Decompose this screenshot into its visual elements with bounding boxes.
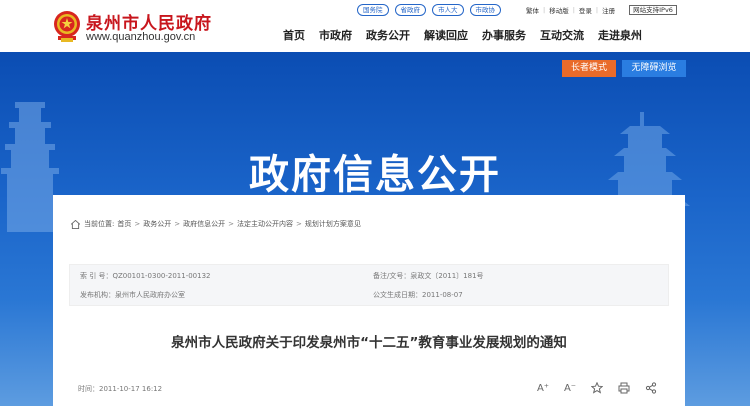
top-links: 国务院 省政府 市人大 市政协 <box>357 4 501 16</box>
breadcrumb-statutory[interactable]: 法定主动公开内容 <box>237 219 293 229</box>
top-link-province[interactable]: 省政府 <box>394 4 426 16</box>
top-link-npc[interactable]: 市人大 <box>432 4 464 16</box>
content-card: 当前位置: 首页 > 政务公开 > 政府信息公开 > 法定主动公开内容 > 规划… <box>53 195 685 406</box>
nav-home[interactable]: 首页 <box>283 27 305 43</box>
home-icon <box>71 219 80 229</box>
breadcrumb-separator: > <box>174 220 181 228</box>
nav-interaction[interactable]: 互动交流 <box>540 27 584 43</box>
document-meta-box: 索 引 号：QZ00101-0300-2011-00132 备注/文号：泉政文〔… <box>69 264 669 306</box>
divider: | <box>572 6 575 14</box>
login-link[interactable]: 登录 <box>579 5 592 15</box>
meta-generated-date: 公文生成日期：2011-08-07 <box>373 291 463 299</box>
meta-index-no: 索 引 号：QZ00101-0300-2011-00132 <box>80 272 211 280</box>
nav-services[interactable]: 办事服务 <box>482 27 526 43</box>
share-icon <box>645 382 657 394</box>
meta-doc-no: 备注/文号：泉政文〔2011〕181号 <box>373 272 484 280</box>
register-link[interactable]: 注册 <box>602 5 615 15</box>
nav-government[interactable]: 市政府 <box>319 27 352 43</box>
top-link-cppcc[interactable]: 市政协 <box>469 4 501 16</box>
font-increase-button[interactable]: A⁺ <box>536 381 550 395</box>
main-nav: 首页 市政府 政务公开 解读回应 办事服务 互动交流 走进泉州 <box>283 27 656 43</box>
divider: | <box>595 6 599 14</box>
top-link-state-council[interactable]: 国务院 <box>357 4 389 16</box>
favorite-button[interactable] <box>590 381 604 395</box>
document-tools: A⁺ A⁻ <box>536 381 658 395</box>
mobile-link[interactable]: 移动版 <box>549 5 569 15</box>
share-button[interactable] <box>644 381 658 395</box>
printer-icon <box>618 382 630 394</box>
accessible-browse-button[interactable]: 无障碍浏览 <box>622 60 686 77</box>
document-title: 泉州市人民政府关于印发泉州市“十二五”教育事业发展规划的通知 <box>171 335 567 351</box>
font-decrease-button[interactable]: A⁻ <box>563 381 577 395</box>
breadcrumb-separator: > <box>134 220 141 228</box>
meta-publisher: 发布机构：泉州市人民政府办公室 <box>80 291 185 299</box>
breadcrumb-separator: > <box>228 220 234 228</box>
document-time: 时间：2011-10-17 16:12 <box>78 385 163 393</box>
site-header: 泉州市人民政府 www.quanzhou.gov.cn 国务院 省政府 市人大 … <box>0 0 750 52</box>
nav-gov-affairs[interactable]: 政务公开 <box>366 27 410 43</box>
star-icon <box>591 382 603 394</box>
breadcrumb-separator: > <box>295 220 302 228</box>
breadcrumb-label: 当前位置: <box>84 220 115 228</box>
nav-about-quanzhou[interactable]: 走进泉州 <box>598 27 642 43</box>
print-button[interactable] <box>617 381 631 395</box>
divider: | <box>543 6 546 14</box>
breadcrumb-gov-affairs[interactable]: 政务公开 <box>143 219 171 229</box>
traditional-link[interactable]: 繁体 <box>526 5 539 15</box>
breadcrumb-info-disclosure[interactable]: 政府信息公开 <box>183 219 225 229</box>
elder-mode-button[interactable]: 长者模式 <box>562 60 616 77</box>
site-url[interactable]: www.quanzhou.gov.cn <box>86 31 195 43</box>
ipv6-badge: 网站支持IPv6 <box>629 5 677 15</box>
nav-interpretation[interactable]: 解读回应 <box>424 27 468 43</box>
breadcrumb-home[interactable]: 首页 <box>117 219 131 229</box>
banner-title: 政府信息公开 <box>249 152 501 198</box>
national-emblem-icon <box>54 11 80 42</box>
utility-links: 繁体 | 移动版 | 登录 | 注册 网站支持IPv6 <box>526 5 677 15</box>
breadcrumb: 当前位置: 首页 > 政务公开 > 政府信息公开 > 法定主动公开内容 > 规划… <box>71 219 361 229</box>
breadcrumb-plans[interactable]: 规划计划方案意见 <box>305 219 361 229</box>
